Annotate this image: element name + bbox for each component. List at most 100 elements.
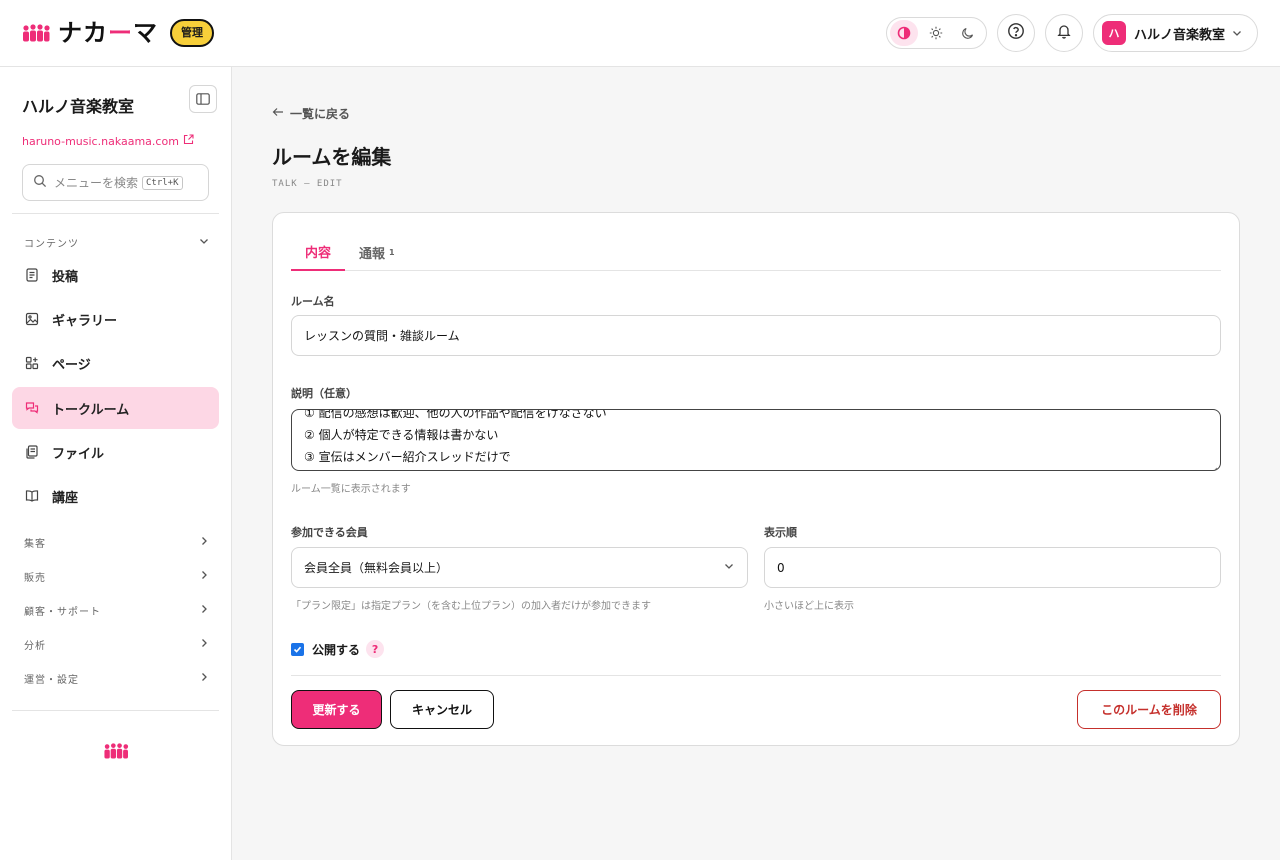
back-to-list-link[interactable]: 一覧に戻る	[272, 105, 350, 122]
search-shortcut: Ctrl+K	[142, 175, 183, 190]
files-icon	[24, 444, 40, 460]
brand-logo[interactable]: ナカーマ 管理	[22, 17, 214, 49]
menu-search[interactable]: Ctrl+K	[22, 164, 209, 201]
help-circle-icon	[1007, 22, 1025, 44]
page-subtitle: TALK — EDIT	[272, 179, 343, 189]
theme-switcher	[886, 17, 987, 49]
chevron-down-icon	[723, 560, 735, 575]
chevron-right-icon	[198, 603, 210, 618]
community-logo-icon	[22, 24, 50, 42]
members-selected-value: 会員全員（無料会員以上）	[304, 561, 449, 575]
search-icon	[33, 173, 47, 192]
edit-room-card: 内容 通報1 ルーム名 説明（任意） ① 配信の感想は歓迎、他の人の作品や配信を…	[272, 212, 1240, 746]
help-button[interactable]	[997, 14, 1035, 52]
back-label: 一覧に戻る	[290, 107, 351, 121]
publish-help-icon[interactable]: ?	[366, 640, 385, 658]
sidebar: ハルノ音楽教室 haruno-music.nakaama.com Ctrl+K …	[0, 67, 232, 860]
document-icon	[24, 267, 40, 283]
resize-handle-icon[interactable]	[1210, 460, 1218, 470]
contrast-icon[interactable]	[890, 20, 918, 46]
collapse-sidebar-button[interactable]	[189, 85, 217, 113]
group-contents-label: コンテンツ	[24, 239, 79, 250]
publish-checkbox[interactable]	[291, 642, 304, 656]
sidebar-item-label: ファイル	[52, 446, 105, 462]
group-label: 分析	[24, 641, 46, 652]
sidebar-divider	[12, 213, 219, 214]
display-order-label: 表示順	[764, 526, 797, 539]
group-label: 集客	[24, 539, 46, 550]
menu-search-input[interactable]	[54, 175, 140, 190]
moon-icon[interactable]	[954, 20, 982, 46]
sidebar-item-talkroom[interactable]: トークルーム	[12, 387, 219, 429]
school-name: ハルノ音楽教室	[22, 97, 135, 116]
chevron-right-icon	[198, 671, 210, 686]
publish-label[interactable]: 公開する	[312, 641, 360, 658]
delete-room-button[interactable]: このルームを削除	[1077, 690, 1221, 729]
page-title: ルームを編集	[272, 145, 392, 169]
tab-label: 内容	[305, 245, 332, 261]
chevron-right-icon	[198, 569, 210, 584]
sidebar-item-label: ページ	[52, 357, 91, 373]
bell-icon	[1056, 23, 1072, 43]
chevron-down-icon	[1231, 24, 1243, 43]
description-line: ② 個人が特定できる情報は書かない	[304, 428, 499, 442]
display-order-hint: 小さいほど上に表示	[764, 601, 854, 612]
group-operations-settings[interactable]: 運営・設定	[24, 671, 210, 686]
sidebar-item-gallery[interactable]: ギャラリー	[12, 298, 219, 340]
group-contents[interactable]: コンテンツ	[24, 235, 210, 250]
group-label: 顧客・サポート	[24, 607, 101, 618]
brand-name: ナカーマ	[58, 19, 158, 47]
sun-icon[interactable]	[922, 20, 950, 46]
book-icon	[24, 488, 40, 504]
tab-content[interactable]: 内容	[291, 233, 346, 271]
sidebar-item-label: ギャラリー	[52, 313, 118, 329]
chevron-right-icon	[198, 637, 210, 652]
description-label: 説明（任意）	[291, 387, 357, 400]
report-count-badge: 1	[389, 247, 395, 257]
chevron-down-icon	[198, 235, 210, 250]
display-order-input[interactable]	[764, 547, 1221, 588]
chat-icon	[24, 400, 40, 416]
publish-row: 公開する ?	[291, 640, 385, 658]
external-link-icon	[183, 134, 194, 148]
pages-icon	[24, 355, 40, 371]
description-textarea[interactable]: ① 配信の感想は歓迎、他の人の作品や配信をけなさない ② 個人が特定できる情報は…	[291, 409, 1221, 471]
arrow-left-icon	[272, 106, 284, 121]
card-divider	[291, 675, 1221, 676]
room-name-input[interactable]	[291, 315, 1221, 356]
description-line: ① 配信の感想は歓迎、他の人の作品や配信をけなさない	[304, 409, 607, 420]
sidebar-item-pages[interactable]: ページ	[12, 342, 219, 384]
chevron-right-icon	[198, 535, 210, 550]
sidebar-item-label: 投稿	[52, 269, 79, 285]
group-label: 運営・設定	[24, 675, 79, 686]
description-hint: ルーム一覧に表示されます	[291, 484, 411, 495]
group-customers-support[interactable]: 顧客・サポート	[24, 603, 210, 618]
group-label: 販売	[24, 573, 46, 584]
members-select[interactable]: 会員全員（無料会員以上）	[291, 547, 748, 588]
tab-reports[interactable]: 通報 1	[345, 233, 409, 271]
cancel-button[interactable]: キャンセル	[390, 690, 494, 729]
group-sales[interactable]: 販売	[24, 569, 210, 584]
sidebar-item-files[interactable]: ファイル	[12, 431, 219, 473]
sidebar-item-label: 講座	[52, 490, 79, 506]
sidebar-toggle-icon	[196, 90, 210, 109]
tab-label: 通報	[359, 246, 386, 262]
description-line: ③ 宣伝はメンバー紹介スレッドだけで	[304, 450, 511, 464]
update-button[interactable]: 更新する	[291, 690, 382, 729]
sidebar-item-label: トークルーム	[52, 402, 130, 418]
account-name: ハルノ音楽教室	[1134, 27, 1226, 43]
sidebar-item-courses[interactable]: 講座	[12, 475, 219, 517]
group-marketing[interactable]: 集客	[24, 535, 210, 550]
members-label: 参加できる会員	[291, 526, 368, 539]
image-icon	[24, 311, 40, 327]
room-name-label: ルーム名	[291, 295, 335, 308]
tab-bar: 内容 通報 1	[291, 233, 1221, 271]
sidebar-divider	[12, 710, 219, 711]
school-url-link[interactable]: haruno-music.nakaama.com	[22, 134, 194, 148]
sidebar-item-posts[interactable]: 投稿	[12, 254, 219, 296]
account-menu-button[interactable]: ハ ハルノ音楽教室	[1093, 14, 1258, 52]
notifications-button[interactable]	[1045, 14, 1083, 52]
group-analytics[interactable]: 分析	[24, 637, 210, 652]
footer-logo-icon	[103, 743, 129, 763]
account-avatar: ハ	[1102, 21, 1126, 45]
